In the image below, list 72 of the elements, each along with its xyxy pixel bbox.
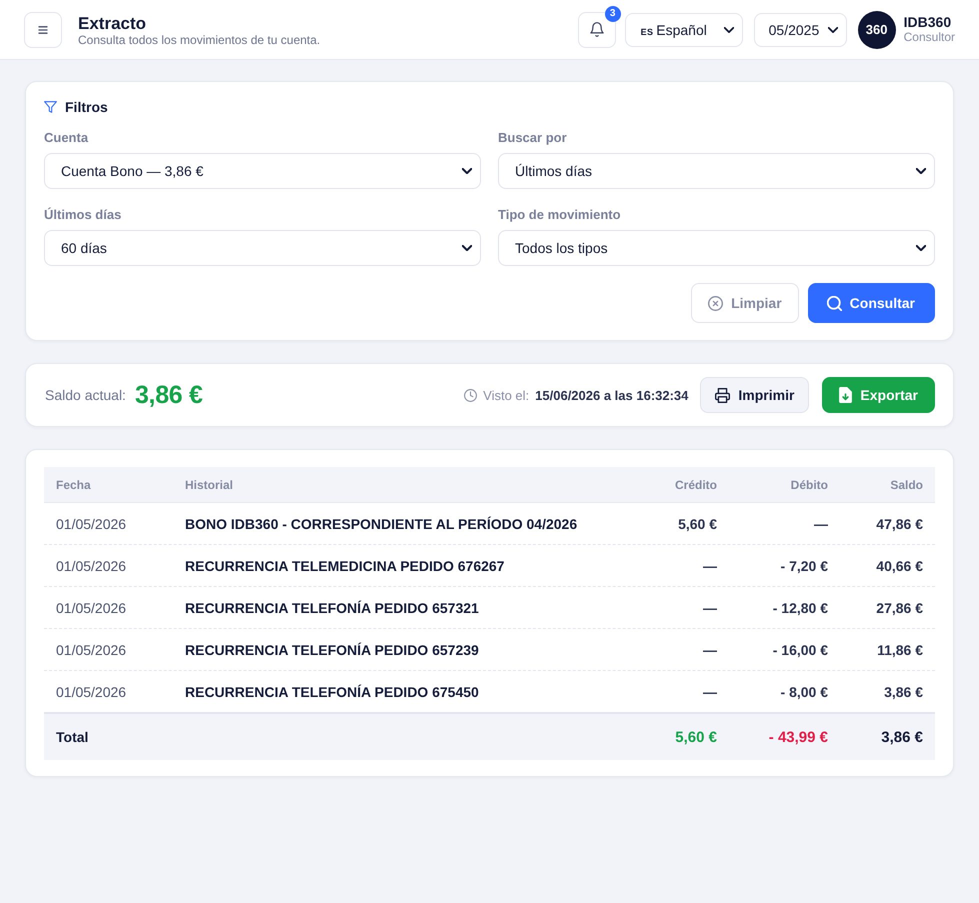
printer-icon xyxy=(715,388,730,402)
chevron-down-icon xyxy=(828,26,838,32)
dropdown-field[interactable]: 60 días xyxy=(44,230,481,266)
table-cell-text: RECURRENCIA TELEFONÍA PEDIDO 675450 xyxy=(184,684,480,700)
table-cell-text: 40,66 € xyxy=(875,558,924,574)
table-cell-text: 11,86 € xyxy=(876,642,924,658)
column-header: Débito xyxy=(790,478,829,492)
bell-icon xyxy=(590,22,604,37)
search-button[interactable]: Consultar xyxy=(808,283,935,323)
user-name: IDB360 xyxy=(904,14,952,30)
table-cell-text: — xyxy=(702,600,718,616)
print-button[interactable]: Imprimir xyxy=(700,377,810,413)
table-cell-text: 01/05/2026 xyxy=(55,642,128,658)
user-avatar[interactable]: 360 xyxy=(858,10,896,48)
total-label: Total xyxy=(55,729,90,745)
balance-label: Saldo actual: xyxy=(45,387,126,403)
close-circle-icon xyxy=(708,296,724,310)
total-credit: 5,60 € xyxy=(674,728,718,746)
table-cell-text: 5,60 € xyxy=(677,516,718,532)
total-debit: - 43,99 € xyxy=(768,728,829,746)
chevron-down-icon xyxy=(916,168,926,174)
field-label: Buscar por xyxy=(498,130,568,146)
table-cell-text: — xyxy=(702,558,718,574)
table-cell-text: RECURRENCIA TELEFONÍA PEDIDO 657321 xyxy=(184,600,480,616)
clock-icon xyxy=(464,388,478,402)
table-cell-text: 47,86 € xyxy=(875,516,924,532)
table-cell-text: - 7,20 € xyxy=(780,558,829,574)
column-header: Historial xyxy=(184,478,234,492)
section-title: Filtros xyxy=(65,99,108,115)
dropdown-field[interactable]: Cuenta Bono — 3,86 € xyxy=(44,153,481,189)
chevron-down-icon xyxy=(724,26,734,32)
table-cell-text: 3,86 € xyxy=(883,684,924,700)
total-balance: 3,86 € xyxy=(880,728,924,746)
language-select[interactable]: ES Español xyxy=(624,12,743,46)
chevron-down-icon xyxy=(462,168,472,174)
column-header: Saldo xyxy=(889,478,924,492)
chevron-down-icon xyxy=(916,245,926,251)
menu-button[interactable] xyxy=(24,12,62,48)
table-cell-text: 01/05/2026 xyxy=(55,600,128,616)
balance-amount: 3,86 € xyxy=(134,380,203,410)
table-cell-text: - 16,00 € xyxy=(772,642,829,658)
field-label: Tipo de movimiento xyxy=(498,207,622,223)
period-select[interactable]: 05/2025 xyxy=(754,12,847,46)
field-label: Cuenta xyxy=(44,130,90,146)
viewed-timestamp: 15/06/2026 a las 16:32:34 xyxy=(535,388,688,402)
table-cell-text: 01/05/2026 xyxy=(55,684,128,700)
notification-badge: 3 xyxy=(604,6,621,22)
field-label: Últimos días xyxy=(44,207,122,223)
table-cell-text: RECURRENCIA TELEMEDICINA PEDIDO 676267 xyxy=(184,558,506,574)
dropdown-field[interactable]: Todos los tipos xyxy=(498,230,935,266)
table-cell-text: RECURRENCIA TELEFONÍA PEDIDO 657239 xyxy=(184,642,480,658)
dropdown-field[interactable]: Últimos días xyxy=(498,153,935,189)
table-cell-text: - 12,80 € xyxy=(772,600,829,616)
menu-icon xyxy=(38,26,48,34)
table-cell-text: — xyxy=(813,516,829,532)
table-cell-text: — xyxy=(702,642,718,658)
table-cell-text: 01/05/2026 xyxy=(55,558,128,574)
table-cell-text: 27,86 € xyxy=(875,600,924,616)
column-header: Fecha xyxy=(55,478,92,492)
table-cell-text: — xyxy=(702,684,718,700)
table-cell-text: BONO IDB360 - CORRESPONDIENTE AL PERÍODO 04/2026 xyxy=(184,516,578,532)
viewed-label: Visto el: xyxy=(483,388,530,402)
search-icon xyxy=(826,296,842,310)
filter-icon xyxy=(44,101,57,113)
user-role: Consultor xyxy=(904,30,955,45)
column-header: Crédito xyxy=(674,478,718,492)
table-cell-text: 01/05/2026 xyxy=(55,516,128,532)
page-subtitle: Consulta todos los movimientos de tu cuenta. xyxy=(78,32,320,48)
table-cell-text: - 8,00 € xyxy=(780,684,829,700)
chevron-down-icon xyxy=(462,245,472,251)
page-title: Extracto xyxy=(78,14,148,32)
file-download-icon xyxy=(839,387,852,403)
